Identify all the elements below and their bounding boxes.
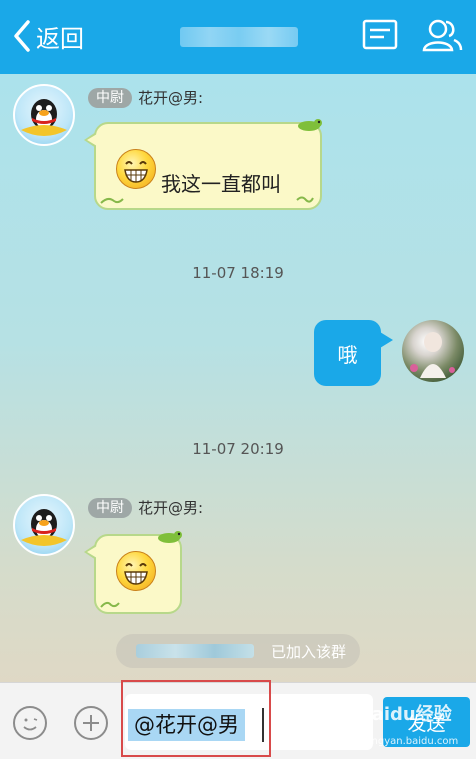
my-avatar[interactable] (402, 320, 464, 382)
sender-avatar[interactable] (13, 84, 75, 146)
lizard-decoration-icon (158, 531, 182, 543)
timestamp: 11-07 20:19 (192, 440, 284, 458)
sender-name: 花开@男: (138, 89, 204, 107)
group-members-icon (422, 19, 463, 52)
sender-name: 花开@男: (138, 499, 204, 517)
timestamp: 11-07 18:19 (192, 264, 284, 282)
more-options-button[interactable] (74, 706, 108, 740)
grin-emoji-icon (116, 551, 156, 591)
vine-decoration-icon (296, 196, 314, 203)
chevron-left-icon (14, 20, 30, 52)
send-label: 发送 (407, 712, 446, 735)
message-bubble-sent[interactable]: 哦 (314, 320, 393, 386)
sender-avatar[interactable] (13, 494, 75, 556)
sender-meta: 中尉 花开@男: (88, 497, 203, 518)
penguin-avatar-icon (21, 99, 67, 136)
input-value: @花开@男 (128, 709, 245, 741)
chat-title-obscured (180, 27, 298, 47)
back-label: 返回 (36, 24, 84, 53)
vine-decoration-icon (100, 601, 120, 608)
back-button[interactable]: 返回 (10, 16, 84, 56)
group-members-button[interactable] (421, 18, 463, 56)
message-text: 哦 (337, 342, 358, 367)
user-photo-icon (410, 332, 455, 378)
text-caret (262, 708, 264, 742)
penguin-avatar-icon (21, 509, 67, 546)
rank-badge: 中尉 (88, 497, 132, 518)
sender-meta: 中尉 花开@男: (88, 87, 203, 108)
obscured-member-name (136, 644, 254, 658)
message-list-icon (362, 19, 398, 50)
message-text: 我这一直都叫 (161, 172, 281, 196)
rank-badge: 中尉 (88, 87, 132, 108)
lizard-decoration-icon (298, 119, 322, 131)
vine-decoration-icon (100, 197, 124, 204)
grin-emoji-icon (116, 149, 156, 189)
system-notice: 已加入该群 (116, 634, 360, 668)
chat-history-button[interactable] (362, 18, 398, 56)
smiley-icon (23, 718, 38, 731)
emoji-button[interactable] (13, 706, 47, 740)
send-button[interactable]: 发送 (383, 697, 470, 747)
plus-icon (83, 715, 99, 731)
system-notice-text: 已加入该群 (270, 642, 346, 661)
top-bar: 返回 (0, 0, 476, 74)
